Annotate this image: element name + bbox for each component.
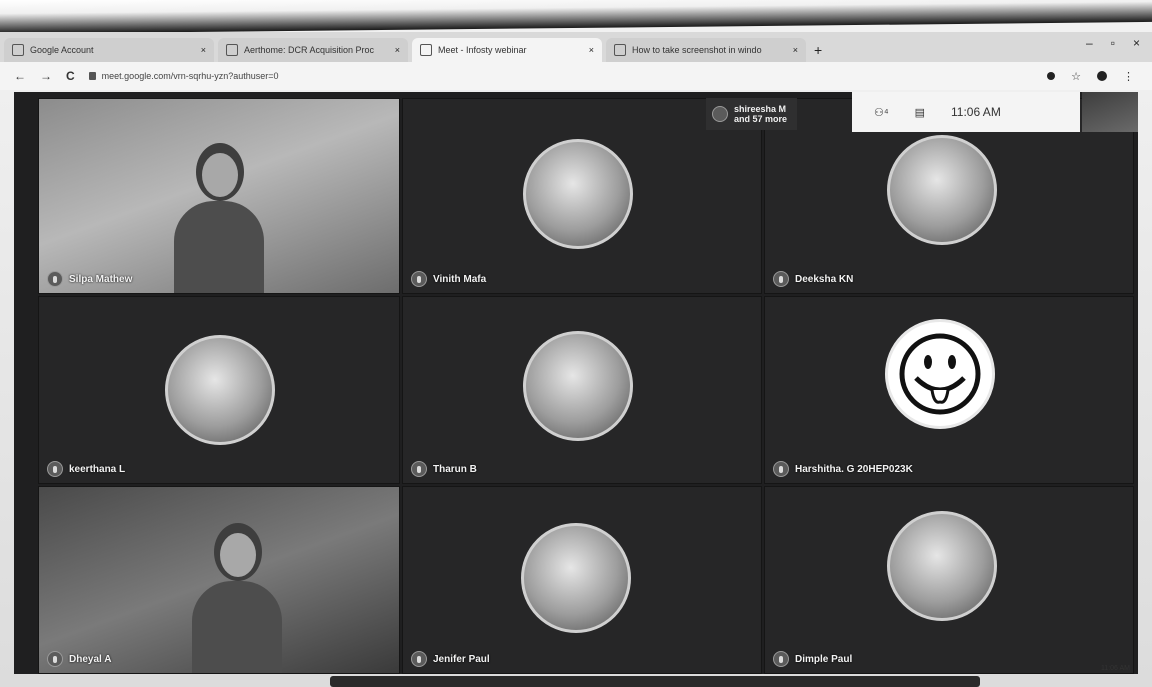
tab-title: How to take screenshot in windo [632, 45, 762, 55]
star-icon[interactable]: ☆ [1071, 70, 1081, 83]
tab-favicon-icon [614, 44, 626, 56]
mic-muted-icon [411, 271, 427, 287]
participant-name: Tharun B [411, 461, 477, 477]
reload-button[interactable]: C [66, 69, 75, 83]
participant-name: Deeksha KN [773, 271, 853, 287]
participant-avatar [523, 139, 633, 249]
participant-name: Dimple Paul [773, 651, 852, 667]
mic-muted-icon [47, 651, 63, 667]
meet-top-bar: ⚇⁴ ▤ 11:06 AM [852, 92, 1080, 132]
tab-google-account[interactable]: Google Account × [4, 38, 214, 62]
smiley-icon [885, 319, 995, 429]
close-window-button[interactable]: × [1133, 36, 1140, 50]
overflow-name: shireesha M [734, 104, 787, 114]
participant-name: keerthana L [47, 461, 125, 477]
self-view-thumbnail[interactable] [1082, 92, 1138, 132]
mic-muted-icon [411, 461, 427, 477]
window-controls: – ▫ × [1086, 36, 1140, 50]
tab-aerthome[interactable]: Aerthome: DCR Acquisition Proc × [218, 38, 408, 62]
close-tab-icon[interactable]: × [589, 45, 594, 55]
tab-meet[interactable]: Meet - Infosty webinar × [412, 38, 602, 62]
people-icon[interactable]: ⚇⁴ [874, 106, 889, 119]
new-tab-button[interactable]: + [814, 38, 822, 62]
meeting-clock: 11:06 AM [951, 105, 1001, 119]
mic-muted-icon [773, 651, 789, 667]
taskbar-clock: 11:06 AM [1100, 665, 1130, 672]
participant-avatar [521, 523, 631, 633]
participant-avatar [165, 335, 275, 445]
participant-tile[interactable]: Silpa Mathew [38, 98, 400, 294]
close-tab-icon[interactable]: × [793, 45, 798, 55]
close-tab-icon[interactable]: × [395, 45, 400, 55]
minimize-button[interactable]: – [1086, 36, 1093, 50]
participant-name: Harshitha. G 20HEP023K [773, 461, 913, 477]
participant-video [192, 523, 282, 673]
participant-name: Jenifer Paul [411, 651, 490, 667]
meet-grid: Silpa Mathew Vinith Mafa Deeksha KN keer… [14, 92, 1138, 674]
participant-tile[interactable]: Harshitha. G 20HEP023K [764, 296, 1134, 484]
menu-icon[interactable]: ⋮ [1123, 70, 1134, 83]
close-tab-icon[interactable]: × [201, 45, 206, 55]
participant-tile[interactable]: Tharun B [402, 296, 762, 484]
tab-title: Meet - Infosty webinar [438, 45, 527, 55]
participant-tile[interactable]: keerthana L [38, 296, 400, 484]
tab-favicon-icon [12, 44, 24, 56]
browser-tabbar: Google Account × Aerthome: DCR Acquisiti… [0, 32, 1152, 63]
address-bar-row: ← → C meet.google.com/vrn-sqrhu-yzn?auth… [0, 62, 1152, 90]
profile-avatar[interactable] [1097, 71, 1107, 81]
participant-name: Vinith Mafa [411, 271, 486, 287]
participant-tile[interactable]: Dheyal A [38, 486, 400, 674]
meet-favicon-icon [420, 44, 432, 56]
tab-title: Google Account [30, 45, 94, 55]
participant-avatar [887, 511, 997, 621]
chat-icon[interactable]: ▤ [915, 106, 925, 119]
participant-name: Dheyal A [47, 651, 111, 667]
url-field[interactable]: meet.google.com/vrn-sqrhu-yzn?authuser=0 [88, 71, 1033, 81]
forward-button[interactable]: → [40, 69, 52, 83]
taskbar [330, 676, 980, 687]
tab-screenshot-help[interactable]: How to take screenshot in windo × [606, 38, 806, 62]
maximize-button[interactable]: ▫ [1111, 36, 1115, 50]
overflow-count: and 57 more [734, 114, 788, 124]
participants-overflow-badge[interactable]: shireesha M and 57 more [706, 98, 798, 130]
tab-favicon-icon [226, 44, 238, 56]
participant-tile[interactable]: Jenifer Paul [402, 486, 762, 674]
participant-avatar [523, 331, 633, 441]
mic-muted-icon [712, 106, 728, 122]
mic-muted-icon [773, 271, 789, 287]
lock-icon [88, 72, 96, 80]
participant-avatar [887, 135, 997, 245]
participant-name: Silpa Mathew [47, 271, 132, 287]
mic-muted-icon [47, 461, 63, 477]
mic-muted-icon [773, 461, 789, 477]
address-bar-actions: ☆ ⋮ [1047, 70, 1152, 83]
tab-title: Aerthome: DCR Acquisition Proc [244, 45, 375, 55]
mic-muted-icon [411, 651, 427, 667]
back-button[interactable]: ← [14, 69, 26, 83]
participant-tile[interactable]: Dimple Paul [764, 486, 1134, 674]
participant-video [174, 143, 264, 293]
mic-muted-icon [47, 271, 63, 287]
camera-icon[interactable] [1047, 72, 1056, 80]
url-text: meet.google.com/vrn-sqrhu-yzn?authuser=0 [101, 71, 279, 81]
